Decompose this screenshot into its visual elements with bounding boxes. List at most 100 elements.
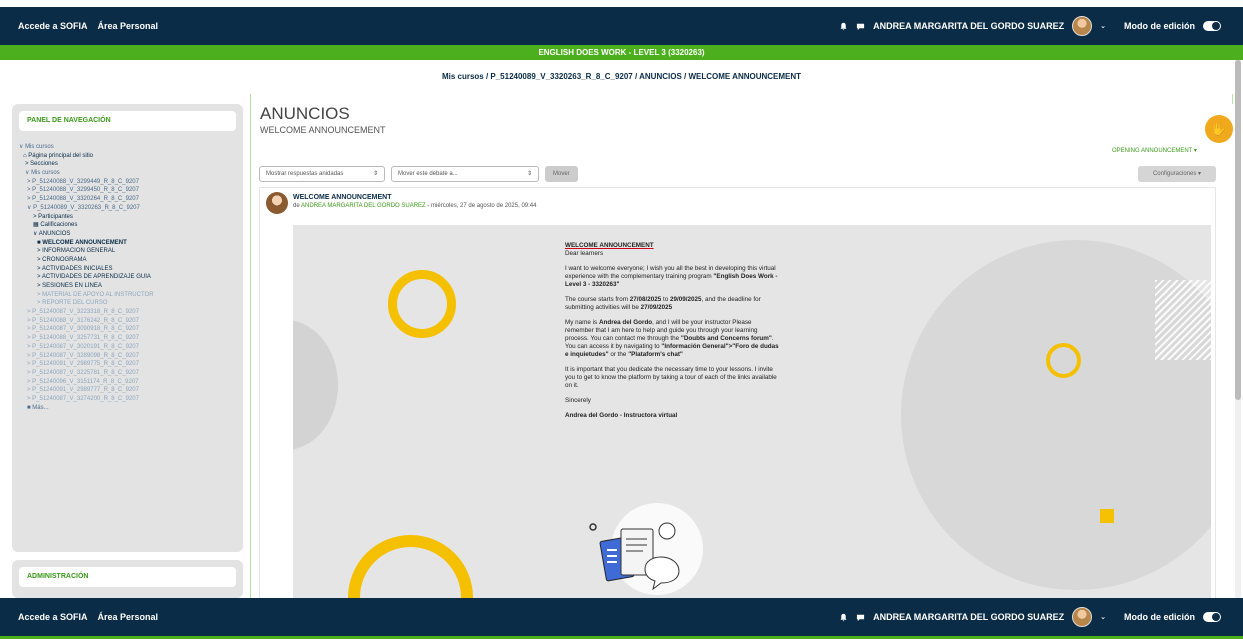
letter-paragraph-2: The course starts from 27/08/2025 to 29/… <box>565 296 761 311</box>
scrollbar-thumb[interactable] <box>1235 60 1241 400</box>
sidebar-item-label: P_51240089_V_3320263_R_8_C_9207 <box>33 204 140 211</box>
course-banner: ENGLISH DOES WORK - LEVEL 3 (3320263) <box>0 45 1243 60</box>
post-by: de <box>293 203 300 209</box>
administration-panel-title[interactable]: ADMINISTRACIÓN <box>19 567 236 587</box>
bell-icon[interactable] <box>839 613 848 622</box>
letter-paragraph-3: My name is Andrea del Gordo, and I will … <box>565 319 779 358</box>
chevron-down-icon[interactable]: ⌄ <box>1100 22 1106 30</box>
sidebar-item-label: P_51240091_V_2989777_R_8_C_9207 <box>32 387 139 394</box>
sidebar-item[interactable]: > P_51240088_V_3299450_R_8_C_9207 <box>19 186 236 195</box>
sidebar-item[interactable]: > INFORMACIÓN GENERAL <box>19 247 236 256</box>
sidebar-item[interactable]: > P_51240088_V_3299449_R_8_C_9207 <box>19 178 236 187</box>
select-arrow-icon: ⇕ <box>526 171 532 177</box>
sidebar-item-label: REPORTE DEL CURSO <box>42 300 108 307</box>
sidebar-item-label: MATERIAL DE APOYO AL INSTRUCTOR <box>42 291 154 298</box>
bell-icon[interactable] <box>839 22 848 31</box>
move-discussion-select[interactable]: Mover este debate a... ⇕ <box>391 166 539 182</box>
navigation-tree: ∨ Mis cursos ⌂ Página principal del sitio… <box>19 131 236 412</box>
sidebar-item[interactable]: ■ Más... <box>19 404 236 413</box>
sidebar-item-label: P_51240088_V_3176242_R_8_C_9207 <box>32 317 139 324</box>
sidebar-item[interactable]: > Secciones <box>19 160 236 169</box>
chevron-down-icon[interactable]: ⌄ <box>1100 613 1106 621</box>
display-mode-select[interactable]: Mostrar respuestas anidadas ⇕ <box>259 166 385 182</box>
divider-line <box>250 94 251 598</box>
sidebar-item[interactable]: > MATERIAL DE APOYO AL INSTRUCTOR <box>19 291 236 300</box>
sidebar-item[interactable]: > P_51240091_V_2989775_R_8_C_9207 <box>19 360 236 369</box>
page-subtitle: WELCOME ANNOUNCEMENT <box>260 125 386 135</box>
edit-mode-toggle-bottom[interactable] <box>1203 612 1221 622</box>
edit-mode-toggle[interactable] <box>1203 21 1221 31</box>
sidebar-item[interactable]: > Participantes <box>19 213 236 222</box>
sidebar-item-label: P_51240096_V_3151174_R_8_C_9207 <box>32 378 139 385</box>
personal-area-link[interactable]: Área Personal <box>98 21 159 31</box>
navigation-panel: PANEL DE NAVEGACIÓN ∨ Mis cursos ⌂ Página… <box>12 104 243 552</box>
navigation-panel-title[interactable]: PANEL DE NAVEGACIÓN <box>19 111 236 131</box>
sidebar-item[interactable]: > P_51240087_V_3289098_R_8_C_9207 <box>19 352 236 361</box>
sidebar-item-label: Participantes <box>38 213 73 220</box>
move-button[interactable]: Mover <box>545 166 578 182</box>
sidebar-item-label: Más... <box>32 404 49 411</box>
administration-panel: ADMINISTRACIÓN <box>12 560 243 598</box>
sidebar-item[interactable]: ∨ ANUNCIOS <box>19 230 236 239</box>
post-date: - miércoles, 27 de agosto de 2025, 09:44 <box>425 203 537 209</box>
sidebar-item[interactable]: ∨ Mis cursos <box>19 169 236 178</box>
sidebar-item[interactable]: > P_51240087_V_3020191_R_8_C_9207 <box>19 343 236 352</box>
sidebar-item[interactable]: > P_51240088_V_3257731_R_8_C_9207 <box>19 334 236 343</box>
sidebar-item[interactable]: ∨ P_51240089_V_3320263_R_8_C_9207 <box>19 204 236 213</box>
sidebar-item[interactable]: > P_51240088_V_3176242_R_8_C_9207 <box>19 317 236 326</box>
assistant-fab-icon[interactable]: ✋ <box>1205 115 1233 143</box>
sidebar-item[interactable]: > ACTIVIDADES INICIALES <box>19 265 236 274</box>
chat-icon[interactable] <box>856 22 865 31</box>
chat-icon[interactable] <box>856 613 865 622</box>
sofia-link[interactable]: Accede a SOFIA <box>18 21 88 31</box>
sidebar-item-label: Página principal del sitio <box>28 152 94 159</box>
welcome-letter: WELCOME ANNOUNCEMENT Dear learners I wan… <box>565 242 780 427</box>
post-author-link[interactable]: ANDREA MARGARITA DEL GORDO SUAREZ <box>301 203 426 209</box>
sidebar-item-label: ACTIVIDADES DE APRENDIZAJE GUÍA <box>41 274 151 281</box>
sidebar-item[interactable]: ⌂ Página principal del sitio <box>19 152 236 161</box>
documents-chat-illustration-icon <box>589 522 680 591</box>
sidebar-item-label: Mis cursos <box>25 144 54 150</box>
sidebar-item-label: Calificaciones <box>40 222 78 229</box>
author-avatar[interactable] <box>266 192 288 214</box>
sidebar-item-label: P_51240088_V_3257731_R_8_C_9207 <box>32 335 139 342</box>
forum-post: WELCOME ANNOUNCEMENT de ANDREA MARGARITA… <box>259 187 1216 599</box>
user-name-bottom[interactable]: ANDREA MARGARITA DEL GORDO SUAREZ <box>873 612 1064 622</box>
opening-announcement-link[interactable]: OPENING ANNOUNCEMENT ▾ <box>1112 147 1197 154</box>
hatch-pattern <box>1155 280 1211 360</box>
yellow-ring-right <box>1046 343 1081 378</box>
user-avatar-bottom[interactable] <box>1072 607 1093 627</box>
sidebar-item[interactable]: > P_51240087_V_3225781_R_8_C_9207 <box>19 369 236 378</box>
yellow-ring-bottom <box>348 535 473 599</box>
divider-line-right <box>1232 94 1233 104</box>
user-avatar[interactable] <box>1072 16 1093 36</box>
sidebar-item[interactable]: > P_51240087_V_3223318_R_8_C_9207 <box>19 308 236 317</box>
sidebar-item-label: SESIONES EN LÍNEA <box>42 283 102 289</box>
sidebar-item[interactable]: > P_51240087_V_3274200_R_8_C_9207 <box>19 395 236 404</box>
sidebar-item-label: P_51240088_V_3299450_R_8_C_9207 <box>32 187 139 194</box>
sidebar-item[interactable]: > P_51240091_V_2989777_R_8_C_9207 <box>19 386 236 395</box>
sidebar-item[interactable]: ▦ Calificaciones <box>19 221 236 230</box>
sidebar-item[interactable]: > ACTIVIDADES DE APRENDIZAJE GUÍA <box>19 273 236 282</box>
page-scrollbar[interactable] <box>1235 60 1241 600</box>
sidebar-item[interactable]: > P_51240087_V_3090918_R_8_C_9207 <box>19 325 236 334</box>
sidebar-item[interactable]: > CRONOGRAMA <box>19 256 236 265</box>
sidebar-item[interactable]: ■ WELCOME ANNOUNCEMENT <box>19 239 236 248</box>
personal-area-link-bottom[interactable]: Área Personal <box>98 612 159 622</box>
sidebar-item[interactable]: > P_51240096_V_3151174_R_8_C_9207 <box>19 378 236 387</box>
sidebar-item-label: P_51240087_V_3020191_R_8_C_9207 <box>32 343 139 350</box>
sidebar-item-label: Mis cursos <box>31 170 60 177</box>
select-arrow-icon: ⇕ <box>372 171 378 177</box>
letter-signature: Andrea del Gordo - Instructora virtual <box>565 412 678 419</box>
user-name[interactable]: ANDREA MARGARITA DEL GORDO SUAREZ <box>873 21 1064 31</box>
sidebar-item[interactable]: ∨ Mis cursos <box>19 143 236 152</box>
breadcrumb[interactable]: Mis cursos / P_51240089_V_3320263_R_8_C_… <box>0 60 1243 94</box>
sidebar-item[interactable]: > SESIONES EN LÍNEA <box>19 282 236 291</box>
sidebar-item[interactable]: > P_51240088_V_3320264_R_8_C_9207 <box>19 195 236 204</box>
settings-button[interactable]: Configuraciones ▾ <box>1138 166 1216 182</box>
sidebar-item-label: ACTIVIDADES INICIALES <box>41 265 113 272</box>
sidebar-item-label: CRONOGRAMA <box>42 256 87 263</box>
sofia-link-bottom[interactable]: Accede a SOFIA <box>18 612 88 622</box>
sidebar-item[interactable]: > REPORTE DEL CURSO <box>19 299 236 308</box>
sidebar-item-label: P_51240088_V_3299449_R_8_C_9207 <box>32 178 139 185</box>
